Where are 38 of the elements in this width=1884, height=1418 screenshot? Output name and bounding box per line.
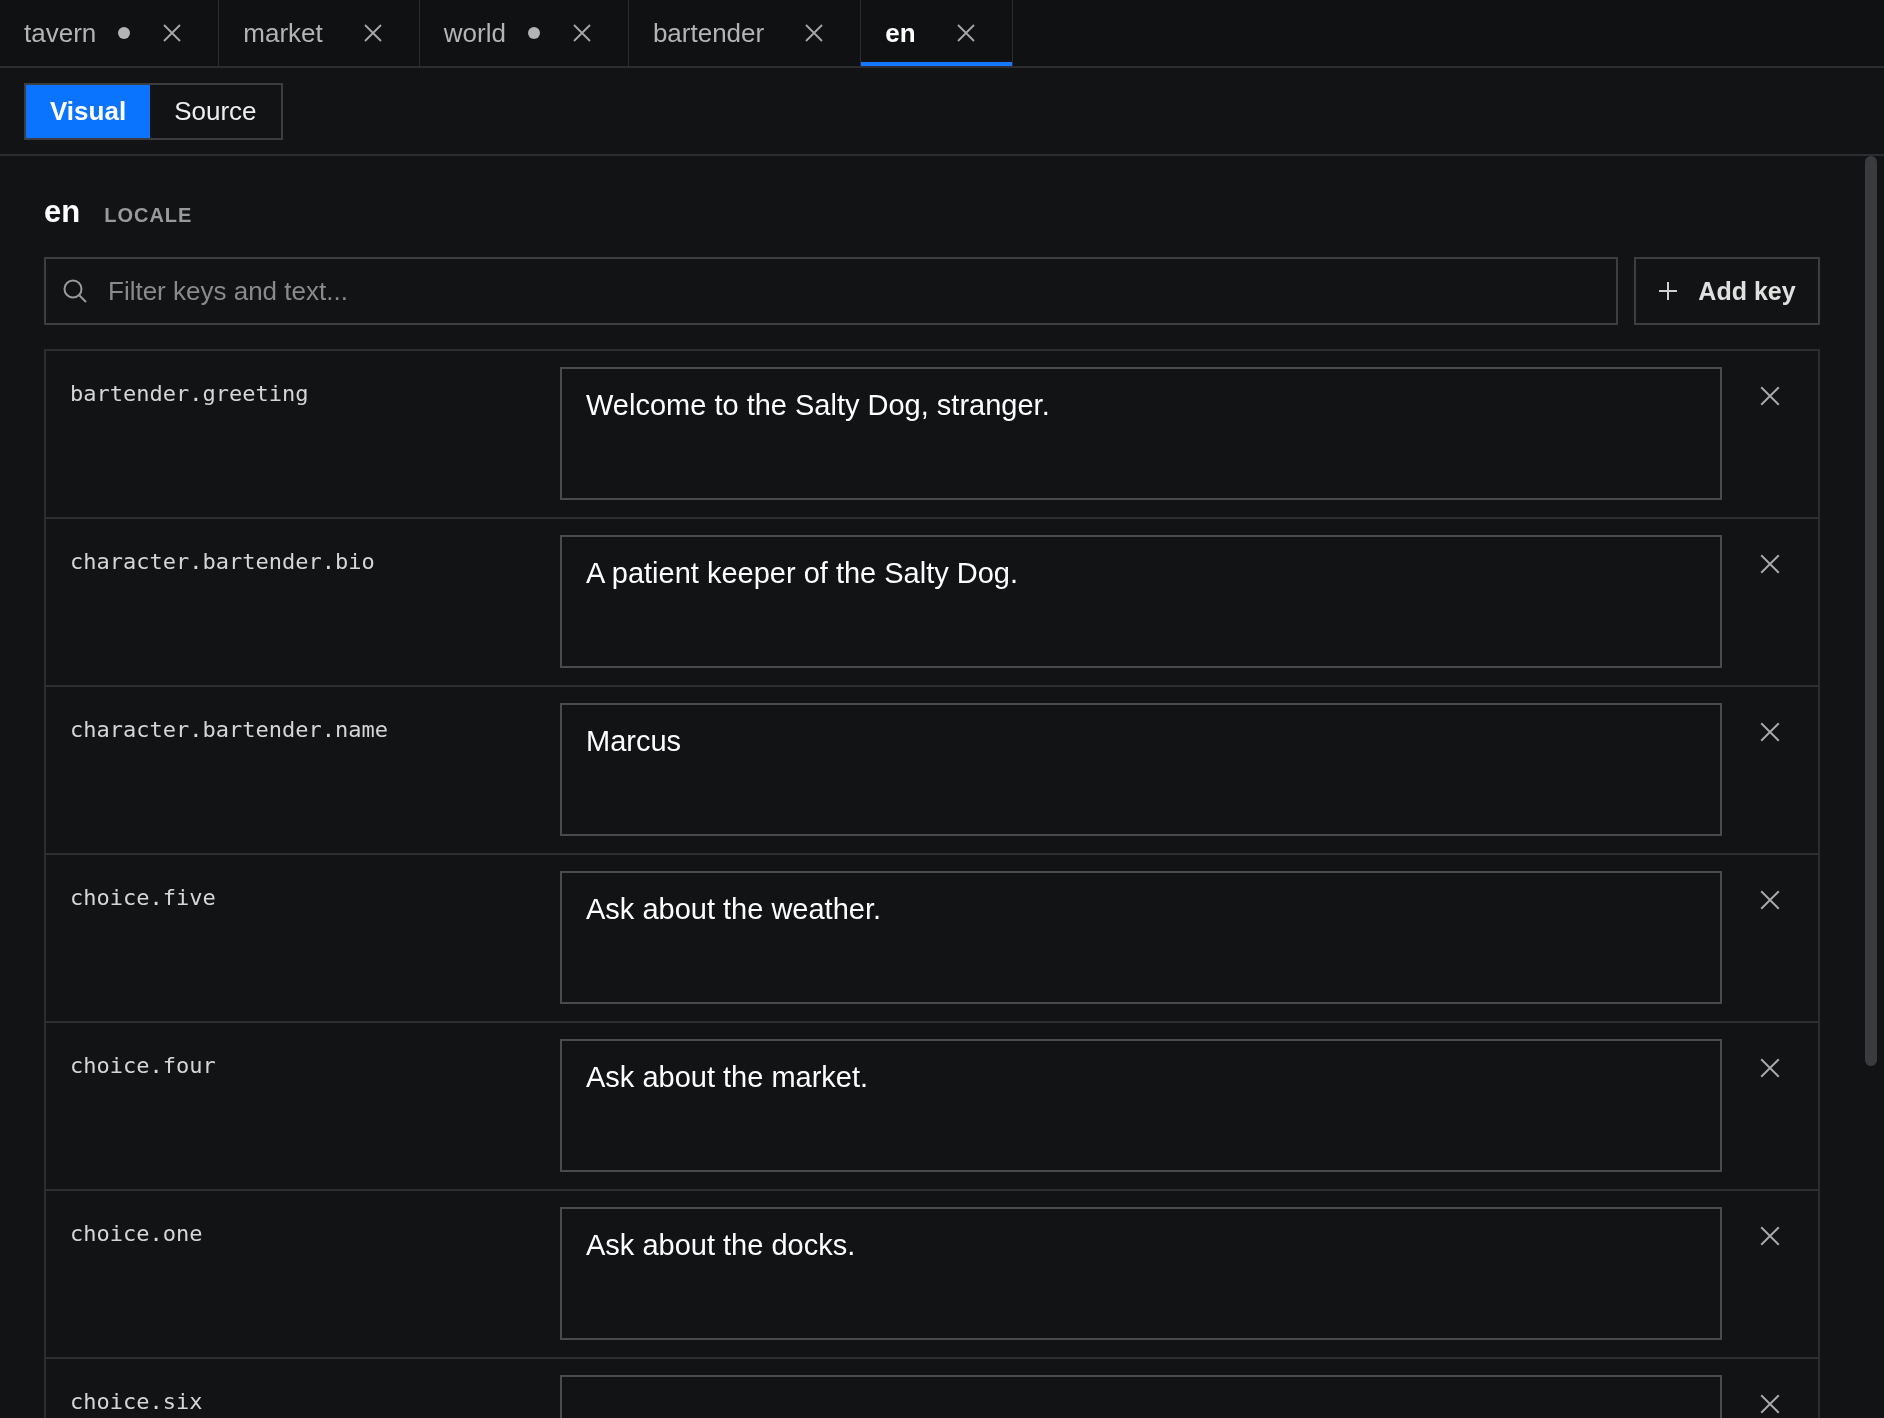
entry-key: choice.six (46, 1375, 560, 1414)
close-icon[interactable] (1759, 889, 1781, 911)
close-icon[interactable] (1759, 721, 1781, 743)
tab[interactable]: tavern (0, 0, 220, 66)
plus-icon (1658, 281, 1679, 301)
entry-key: bartender.greeting (46, 367, 560, 406)
value-field[interactable]: Ask about the market. (560, 1039, 1722, 1172)
close-icon[interactable] (162, 23, 183, 43)
close-icon[interactable] (1759, 1057, 1781, 1079)
search-icon (62, 278, 88, 304)
close-icon[interactable] (1759, 1393, 1781, 1415)
entry-key: character.bartender.bio (46, 535, 560, 574)
entry-key: choice.four (46, 1039, 560, 1078)
search-field[interactable]: Filter keys and text... (44, 257, 1618, 325)
locale-label: LOCALE (104, 204, 193, 227)
entry-key: choice.five (46, 871, 560, 910)
close-icon[interactable] (955, 23, 976, 43)
value-field[interactable]: A patient keeper of the Salty Dog. (560, 535, 1722, 668)
add-key-button[interactable]: Add key (1634, 257, 1820, 325)
locale-title: en (44, 194, 81, 230)
close-icon[interactable] (804, 23, 825, 43)
close-icon[interactable] (362, 23, 383, 43)
value-field[interactable]: Ask about the docks. (560, 1207, 1722, 1340)
close-icon[interactable] (571, 23, 592, 43)
value-field[interactable]: Marcus (560, 703, 1722, 836)
close-icon[interactable] (1759, 553, 1781, 575)
entry-key: choice.one (46, 1207, 560, 1246)
scrollbar-thumb[interactable] (1865, 156, 1877, 1066)
tab[interactable]: en (861, 0, 1013, 66)
value-field[interactable]: Ask about the weather. (560, 871, 1722, 1004)
view-toggle-button[interactable]: Visual (26, 84, 151, 138)
tab[interactable]: world (419, 0, 629, 66)
close-icon[interactable] (1759, 1225, 1781, 1247)
close-icon[interactable] (1759, 385, 1781, 407)
tab[interactable]: market (219, 0, 420, 66)
value-field[interactable]: Welcome to the Salty Dog, stranger. (560, 367, 1722, 500)
tab[interactable]: bartender (628, 0, 862, 66)
entry-key: character.bartender.name (46, 703, 560, 742)
